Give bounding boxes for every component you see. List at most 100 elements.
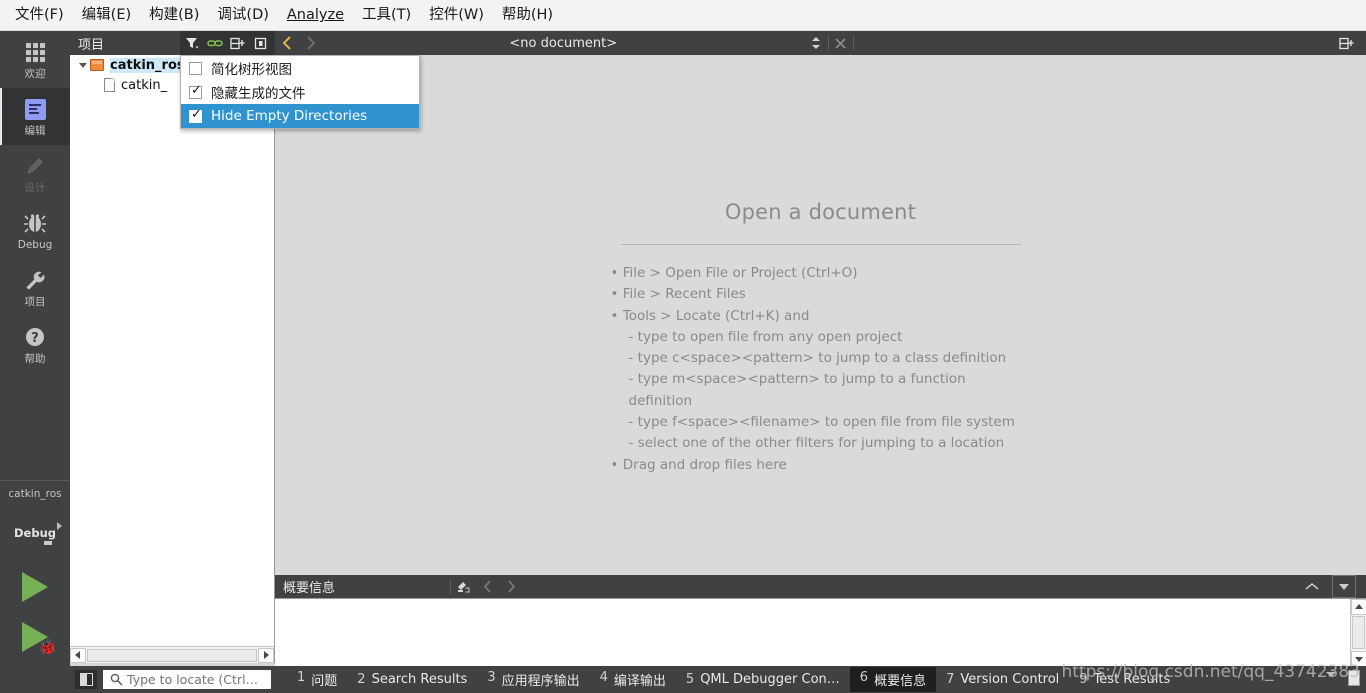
menu-item-hide-generated[interactable]: 隐藏生成的文件 [181, 80, 419, 104]
pane-label: QML Debugger Con… [700, 672, 840, 687]
pane-label: 编译输出 [613, 674, 666, 689]
start-debugging-button[interactable]: 🐞 [0, 612, 70, 662]
pane-button-1[interactable]: 1 问题 [287, 667, 347, 692]
menu-item-tools[interactable]: 工具(T) [353, 3, 420, 27]
menu-item-debug[interactable]: 调试(D) [208, 3, 277, 27]
editor-empty-area[interactable]: Open a document • File > Open File or Pr… [275, 55, 1366, 575]
output-pane-body[interactable] [275, 598, 1366, 667]
sidebar-item-edit-label: 编辑 [24, 125, 46, 137]
editor-document-toolbar: <no document> [275, 31, 1366, 55]
pane-number: 4 [599, 670, 608, 685]
hscrollbar-thumb[interactable] [87, 648, 257, 662]
split-icon[interactable] [226, 31, 249, 55]
chevron-down-icon[interactable] [76, 62, 90, 68]
pane-label: Test Results [1093, 672, 1171, 687]
locate-field[interactable] [127, 672, 262, 687]
pane-button-7[interactable]: 7 Version Control [936, 669, 1069, 690]
pencil-icon [24, 153, 46, 179]
pane-button-4[interactable]: 4 编译输出 [590, 667, 676, 692]
qt-creator-window: 文件(F) 编辑(E) 构建(B) 调试(D) Analyze 工具(T) 控件… [0, 0, 1366, 693]
menu-item-hide-empty-dirs[interactable]: Hide Empty Directories [181, 104, 419, 128]
menu-item-build[interactable]: 构建(B) [140, 3, 208, 27]
kit-build-config-label: Debug [14, 526, 56, 540]
sidebar-item-debug[interactable]: Debug [0, 202, 70, 259]
chevron-down-icon[interactable] [1326, 672, 1336, 677]
link-icon[interactable] [203, 31, 226, 55]
pane-button-5[interactable]: 5 QML Debugger Con… [676, 669, 850, 690]
split-editor-button[interactable] [1334, 31, 1358, 55]
menu-item-widgets[interactable]: 控件(W) [420, 3, 493, 27]
divider [620, 244, 1021, 245]
prev-item-button[interactable] [475, 575, 499, 598]
filter-context-menu[interactable]: 简化树形视图 隐藏生成的文件 Hide Empty Directories [180, 55, 420, 129]
vscrollbar-thumb[interactable] [1352, 616, 1365, 649]
project-tree-hscrollbar[interactable] [70, 646, 275, 663]
pane-button-3[interactable]: 3 应用程序输出 [477, 667, 589, 692]
pane-number: 2 [357, 672, 366, 687]
menu-item-widgets-label: 控件(W) [429, 7, 484, 23]
output-pane-vscrollbar[interactable] [1350, 599, 1366, 667]
open-document-placeholder: Open a document • File > Open File or Pr… [275, 200, 1366, 476]
project-panel-toolbar [180, 31, 275, 55]
status-bar-right [1326, 672, 1336, 677]
scroll-up-icon[interactable] [1351, 599, 1366, 615]
collapse-pane-button[interactable] [1300, 575, 1324, 598]
search-input[interactable] [103, 670, 271, 689]
pane-number: 3 [487, 670, 496, 685]
menu-item-simplify-tree[interactable]: 简化树形视图 [181, 56, 419, 80]
grid-icon [25, 39, 45, 65]
pane-number: 5 [685, 672, 695, 687]
resize-grip-icon[interactable] [1348, 670, 1360, 686]
sidebar-toggle-icon[interactable] [75, 670, 97, 689]
scroll-down-icon[interactable] [1351, 651, 1366, 667]
menu-item-file[interactable]: 文件(F) [6, 3, 73, 27]
go-forward-button[interactable] [299, 31, 323, 55]
sidebar-item-design: 设计 [0, 145, 70, 202]
checkbox-unchecked-icon[interactable] [189, 61, 202, 75]
scroll-right-icon[interactable] [258, 647, 274, 663]
open-document-hints: • File > Open File or Project (Ctrl+O) •… [611, 263, 1031, 476]
pane-number: 9 [1079, 672, 1088, 687]
sidebar-item-help-label: 帮助 [24, 353, 46, 365]
pane-button-6[interactable]: 6 概要信息 [849, 667, 937, 692]
pane-label: Version Control [960, 672, 1060, 687]
hint-line: - type m<space><pattern> to jump to a fu… [628, 371, 966, 409]
go-back-button[interactable] [275, 31, 299, 55]
output-pane-header: 概要信息 [275, 575, 1366, 598]
hint-line: • Drag and drop files here [610, 456, 787, 473]
next-item-button[interactable] [499, 575, 523, 598]
pane-button-2[interactable]: 2 Search Results [347, 669, 477, 690]
checkbox-checked-icon[interactable] [189, 83, 202, 99]
pane-button-9[interactable]: 9 Test Results [1069, 669, 1180, 690]
sidebar-item-projects[interactable]: 项目 [0, 259, 70, 316]
project-tree[interactable]: catkin_ros catkin_ [70, 55, 275, 646]
checkbox-checked-icon[interactable] [189, 107, 202, 123]
hint-line: • Tools > Locate (Ctrl+K) and [610, 307, 810, 324]
pane-label: Search Results [371, 672, 468, 687]
sidebar-item-debug-label: Debug [17, 239, 53, 251]
edit-icon [24, 96, 46, 122]
menu-item-tools-label: 工具(T) [362, 7, 412, 23]
run-play-icon [22, 572, 48, 602]
kit-selector-button[interactable]: Debug [0, 500, 70, 562]
pane-options-button[interactable] [1332, 575, 1356, 598]
clear-icon[interactable] [451, 575, 475, 598]
search-icon [110, 673, 123, 686]
tree-row-project-label: catkin_ros [110, 57, 185, 73]
sidebar-item-help[interactable]: ? 帮助 [0, 316, 70, 373]
close-split-icon[interactable] [249, 31, 272, 55]
document-stacker-dropdown[interactable] [804, 31, 828, 55]
menu-item-edit[interactable]: 编辑(E) [73, 3, 140, 27]
status-bar: 1 问题 2 Search Results 3 应用程序输出 4 编译输出 5 … [0, 666, 1366, 693]
scroll-left-icon[interactable] [70, 647, 86, 663]
menu-item-analyze[interactable]: Analyze [278, 3, 353, 27]
filter-icon[interactable] [180, 31, 203, 55]
menu-item-help[interactable]: 帮助(H) [493, 3, 562, 27]
current-document-name: <no document> [509, 35, 618, 51]
run-button[interactable] [0, 562, 70, 612]
pane-number: 1 [297, 670, 306, 685]
sidebar-item-edit[interactable]: 编辑 [0, 88, 70, 145]
close-document-button[interactable] [829, 31, 853, 55]
sidebar-item-welcome[interactable]: 欢迎 [0, 31, 70, 88]
menu-item-build-label: 构建(B) [149, 7, 200, 23]
